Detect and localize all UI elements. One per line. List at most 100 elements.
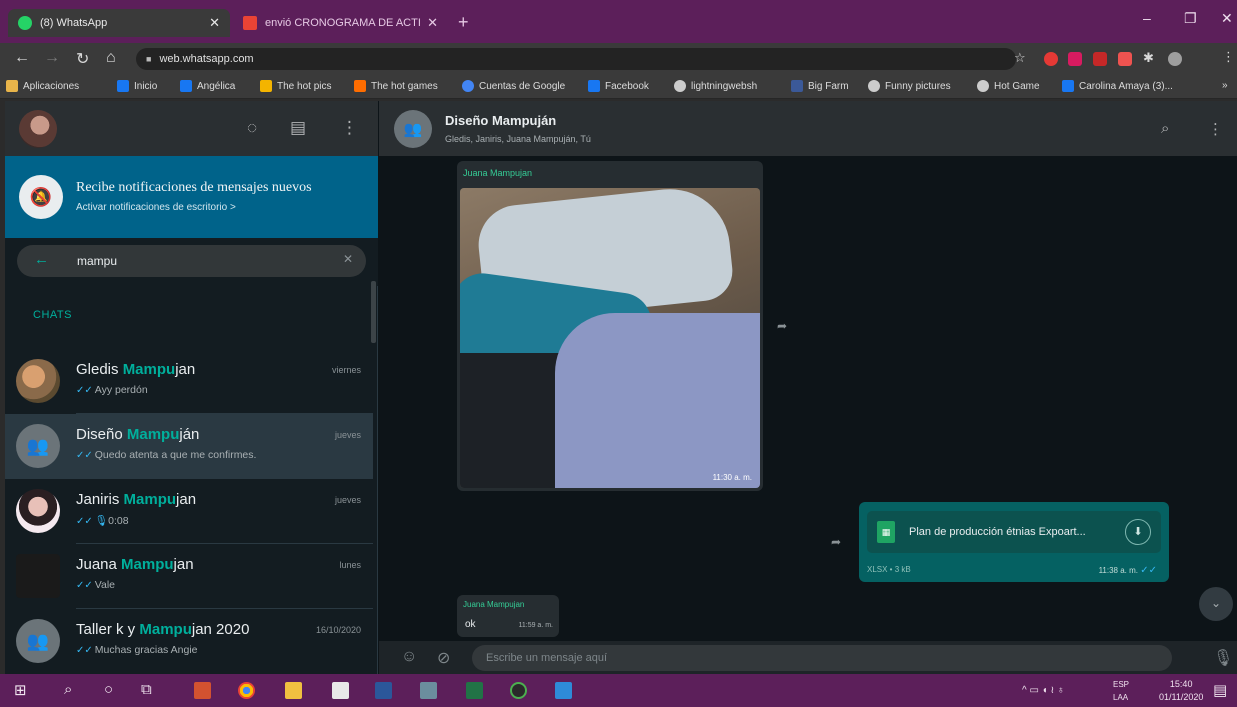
puzzle-icon[interactable]: ✱ xyxy=(1143,50,1154,66)
cortana-icon[interactable]: ○ xyxy=(104,681,113,698)
file-attachment[interactable]: ▦ Plan de producción étnias Expoart... ⬇ xyxy=(867,511,1161,553)
maximize-button[interactable]: ❐ xyxy=(1184,10,1197,27)
attach-icon[interactable]: ⊘ xyxy=(437,648,450,668)
forward-icon[interactable]: ➦ xyxy=(777,319,787,333)
windows-start-icon[interactable]: ⊞ xyxy=(14,681,27,699)
bookmark-item[interactable]: Cuentas de Google xyxy=(462,80,565,92)
bookmark-item[interactable]: Carolina Amaya (3)... xyxy=(1062,80,1173,92)
bookmark-item[interactable]: lightningwebsh xyxy=(674,80,757,92)
bookmark-icon xyxy=(791,80,803,92)
bookmark-item[interactable]: Angélica xyxy=(180,80,235,92)
bookmark-item[interactable]: The hot games xyxy=(354,80,438,92)
chrome-icon[interactable] xyxy=(238,682,255,699)
close-icon[interactable]: ✕ xyxy=(209,15,220,31)
forward-arrow-icon[interactable]: → xyxy=(44,49,60,67)
chat-item-juana[interactable]: Juana Mampujan lunes ✓✓ Vale xyxy=(5,544,373,609)
search-icon[interactable]: ⌕ xyxy=(64,681,72,698)
minimize-button[interactable]: – xyxy=(1143,10,1151,26)
globe-icon xyxy=(977,80,989,92)
group-icon: 👥 xyxy=(16,619,60,663)
clear-search-icon[interactable]: ✕ xyxy=(343,252,353,266)
download-icon[interactable]: ⬇ xyxy=(1125,519,1151,545)
close-icon[interactable]: ✕ xyxy=(427,15,438,31)
tab-gmail[interactable]: envió CRONOGRAMA DE ACTIV ✕ xyxy=(233,9,448,37)
microphone-icon: 🎙 xyxy=(94,515,109,527)
window-close-button[interactable]: ✕ xyxy=(1221,10,1233,27)
chat-time: viernes xyxy=(331,365,361,375)
reload-icon[interactable]: ↻ xyxy=(76,49,89,69)
task-view-icon[interactable]: ⧉ xyxy=(141,681,152,698)
extension-icon[interactable] xyxy=(1118,52,1132,66)
address-bar[interactable]: ■ web.whatsapp.com xyxy=(136,48,1016,70)
search-icon[interactable]: ⌕ xyxy=(1161,120,1169,137)
extension-icon[interactable] xyxy=(1068,52,1082,66)
system-tray[interactable]: ^ ▭ ◖ ≀ ♁ xyxy=(1022,685,1065,696)
bookmarks-overflow-icon[interactable]: » xyxy=(1222,80,1228,91)
bookmark-apps[interactable]: Aplicaciones xyxy=(6,80,79,92)
bookmark-item[interactable]: The hot pics xyxy=(260,80,331,92)
bookmark-item[interactable]: Inicio xyxy=(117,80,157,92)
notifications-icon[interactable]: ▤ xyxy=(1213,681,1227,699)
double-check-icon: ✓✓ xyxy=(76,645,93,656)
new-tab-button[interactable]: + xyxy=(458,12,469,33)
double-check-icon: ✓✓ xyxy=(76,580,93,591)
globe-icon xyxy=(868,80,880,92)
menu-icon[interactable]: ⋮ xyxy=(1208,120,1223,138)
message-input[interactable]: Escribe un mensaje aquí xyxy=(472,645,1172,671)
enable-notifications-link[interactable]: Activar notificaciones de escritorio > xyxy=(76,202,236,213)
browser-titlebar: (8) WhatsApp ✕ envió CRONOGRAMA DE ACTIV… xyxy=(0,0,1237,43)
store-icon[interactable] xyxy=(332,682,349,699)
back-arrow-icon[interactable]: ← xyxy=(14,49,30,67)
message-sender: Juana Mampujan xyxy=(463,600,525,609)
bookmark-item[interactable]: Hot Game xyxy=(977,80,1040,92)
my-profile-avatar[interactable] xyxy=(19,110,57,148)
extension-icon[interactable] xyxy=(1044,52,1058,66)
profile-avatar[interactable] xyxy=(1168,52,1182,66)
menu-icon[interactable]: ⋮ xyxy=(341,118,358,138)
notification-banner[interactable]: 🔕 Recibe notificaciones de mensajes nuev… xyxy=(5,156,378,238)
clock[interactable]: 15:40 01/11/2020 xyxy=(1159,678,1203,704)
chat-time: jueves xyxy=(334,495,361,505)
bookmark-label: The hot pics xyxy=(277,80,332,92)
chat-item-diseno[interactable]: 👥 Diseño Mampuján jueves ✓✓ Quedo atenta … xyxy=(5,414,373,479)
app-icon[interactable] xyxy=(510,682,527,699)
chat-preview: ✓✓ Vale xyxy=(76,579,116,591)
status-icon[interactable]: ◌ xyxy=(247,118,257,138)
bookmark-item[interactable]: Big Farm xyxy=(791,80,849,92)
text-message[interactable]: Juana Mampujan ok 11:59 a. m. xyxy=(457,595,559,637)
chat-preview: ✓✓ 🎙0:08 xyxy=(76,515,129,527)
image-message[interactable]: Juana Mampujan 11:30 a. m. xyxy=(457,161,763,491)
tab-label: (8) WhatsApp xyxy=(40,17,108,29)
powerpoint-icon[interactable] xyxy=(194,682,211,699)
bookmark-label: Cuentas de Google xyxy=(479,80,566,92)
chat-item-taller[interactable]: 👥 Taller k y Mampujan 2020 16/10/2020 ✓✓… xyxy=(5,609,373,674)
file-explorer-icon[interactable] xyxy=(285,682,302,699)
microphone-icon[interactable]: 🎙 xyxy=(1213,648,1233,668)
browser-menu-icon[interactable]: ⋮ xyxy=(1222,49,1235,65)
chat-item-gledis[interactable]: Gledis Mampujan viernes ✓✓ Ayy perdón xyxy=(5,349,373,414)
search-input[interactable]: ← mampu ✕ xyxy=(17,245,366,277)
new-chat-icon[interactable]: ▤ xyxy=(290,118,306,138)
message-photo[interactable]: 11:30 a. m. xyxy=(460,188,760,488)
file-message[interactable]: ▦ Plan de producción étnias Expoart... ⬇… xyxy=(859,502,1169,582)
file-name: Plan de producción étnias Expoart... xyxy=(909,526,1086,538)
scrollbar[interactable] xyxy=(371,281,376,343)
chat-item-janiris[interactable]: Janiris Mampujan jueves ✓✓ 🎙0:08 xyxy=(5,479,373,544)
pdf-extension-icon[interactable] xyxy=(1093,52,1107,66)
emoji-icon[interactable]: ☺ xyxy=(401,648,417,666)
word-icon[interactable] xyxy=(375,682,392,699)
bookmark-item[interactable]: Facebook xyxy=(588,80,649,92)
app-icon[interactable] xyxy=(420,682,437,699)
bookmark-item[interactable]: Funny pictures xyxy=(868,80,951,92)
group-icon[interactable]: 👥 xyxy=(394,110,432,148)
back-arrow-icon[interactable]: ← xyxy=(34,251,49,268)
forward-icon[interactable]: ➦ xyxy=(831,535,841,549)
tab-whatsapp[interactable]: (8) WhatsApp ✕ xyxy=(8,9,230,37)
scroll-down-icon[interactable]: ⌄ xyxy=(1199,587,1233,621)
conversation-header[interactable]: 👥 Diseño Mampuján Gledis, Janiris, Juana… xyxy=(379,101,1237,156)
home-icon[interactable]: ⌂ xyxy=(106,49,116,67)
photos-icon[interactable] xyxy=(555,682,572,699)
excel-icon[interactable] xyxy=(466,682,483,699)
input-language[interactable]: ESP LAA xyxy=(1113,678,1129,704)
star-icon[interactable]: ☆ xyxy=(1014,50,1026,66)
